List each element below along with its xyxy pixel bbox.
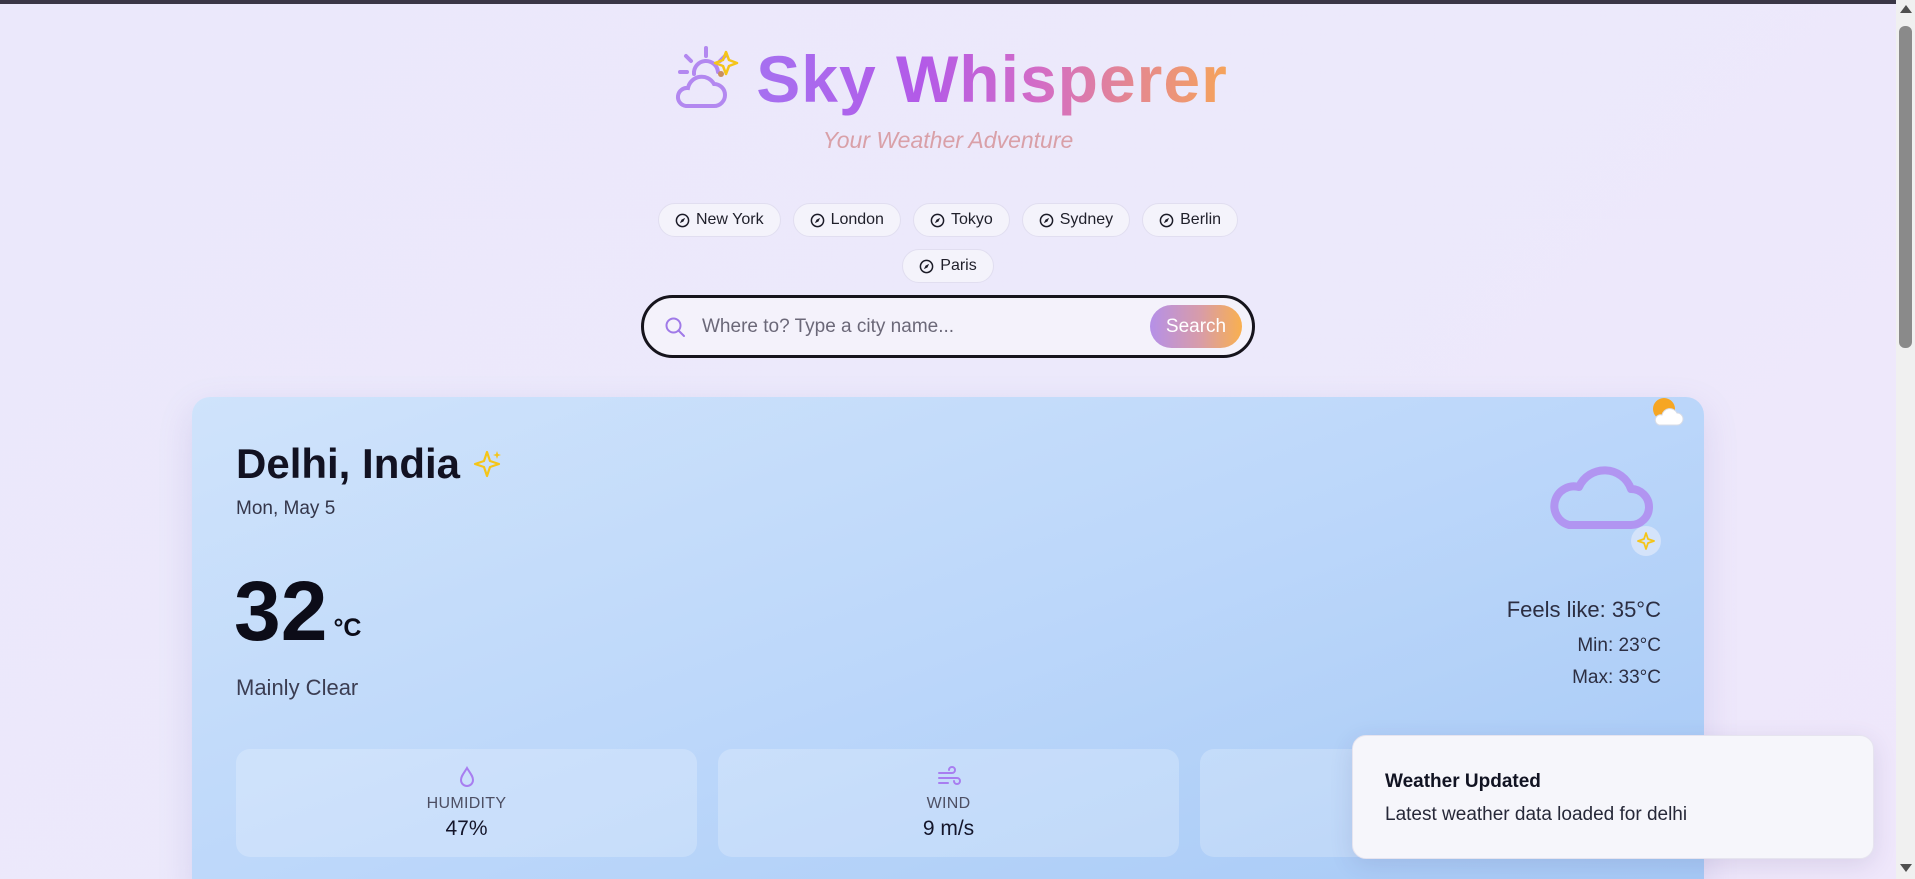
sun-behind-cloud-icon (1653, 398, 1684, 426)
quick-city-list: New York London Tokyo Sydney Berlin Pari… (640, 203, 1256, 283)
scroll-down-arrow-icon[interactable] (1900, 864, 1912, 872)
stat-label: HUMIDITY (426, 795, 507, 812)
stat-value: 9 m/s (922, 817, 975, 840)
weather-date: Mon, May 5 (236, 498, 336, 519)
temperature-value: 32 (234, 564, 328, 658)
compass-icon (675, 213, 690, 227)
chip-label: Paris (940, 257, 977, 274)
city-search-input[interactable] (700, 314, 1150, 339)
app-header: Sky Whisperer (0, 34, 1896, 124)
page-scrollbar[interactable] (1896, 0, 1915, 879)
city-heading: Delhi, India (236, 440, 502, 488)
min-temperature: Min: 23°C (1577, 635, 1661, 656)
feels-like: Feels like: 35°C (1506, 597, 1661, 622)
weather-condition: Mainly Clear (236, 675, 359, 700)
city-name: Delhi, India (236, 440, 461, 487)
chip-label: Tokyo (950, 211, 993, 228)
chip-label: London (830, 211, 884, 228)
temperature-unit: °C (333, 614, 362, 642)
city-chip-tokyo[interactable]: Tokyo (912, 203, 1010, 237)
compass-icon (930, 213, 945, 227)
search-icon (665, 317, 685, 337)
city-chip-london[interactable]: London (792, 203, 901, 237)
droplet-icon (459, 766, 474, 787)
compass-icon (810, 213, 824, 227)
compass-icon (1159, 213, 1174, 227)
city-chip-berlin[interactable]: Berlin (1142, 203, 1239, 237)
search-bar: Search (641, 295, 1255, 358)
city-chip-new-york[interactable]: New York (657, 203, 781, 237)
stat-label: WIND (926, 795, 971, 812)
search-button[interactable]: Search (1150, 305, 1242, 348)
wind-icon (937, 766, 961, 785)
scrollbar-thumb[interactable] (1899, 26, 1912, 348)
wind-stat: WIND 9 m/s (718, 749, 1179, 857)
scroll-up-arrow-icon[interactable] (1900, 5, 1912, 13)
city-chip-paris[interactable]: Paris (902, 249, 994, 283)
chip-label: New York (695, 211, 764, 228)
toast-title: Weather Updated (1385, 771, 1541, 792)
max-temperature: Max: 33°C (1572, 667, 1661, 688)
browser-top-edge (0, 0, 1915, 4)
cloud-icon (1550, 466, 1661, 556)
sparkle-icon (473, 450, 502, 478)
cloud-sun-sparkle-icon (676, 46, 739, 108)
toast-notification: Weather Updated Latest weather data load… (1352, 735, 1874, 859)
chip-label: Sydney (1059, 211, 1114, 228)
stat-value: 47% (445, 817, 488, 840)
toast-message: Latest weather data loaded for delhi (1385, 804, 1688, 825)
city-chip-sydney[interactable]: Sydney (1021, 203, 1131, 237)
compass-icon (919, 259, 934, 273)
app-title: Sky Whisperer (756, 34, 1228, 124)
temperature-display: 32 °C (234, 567, 362, 655)
app-subtitle: Your Weather Adventure (822, 127, 1074, 153)
compass-icon (1039, 213, 1054, 227)
chip-label: Berlin (1180, 211, 1222, 228)
humidity-stat: HUMIDITY 47% (236, 749, 697, 857)
